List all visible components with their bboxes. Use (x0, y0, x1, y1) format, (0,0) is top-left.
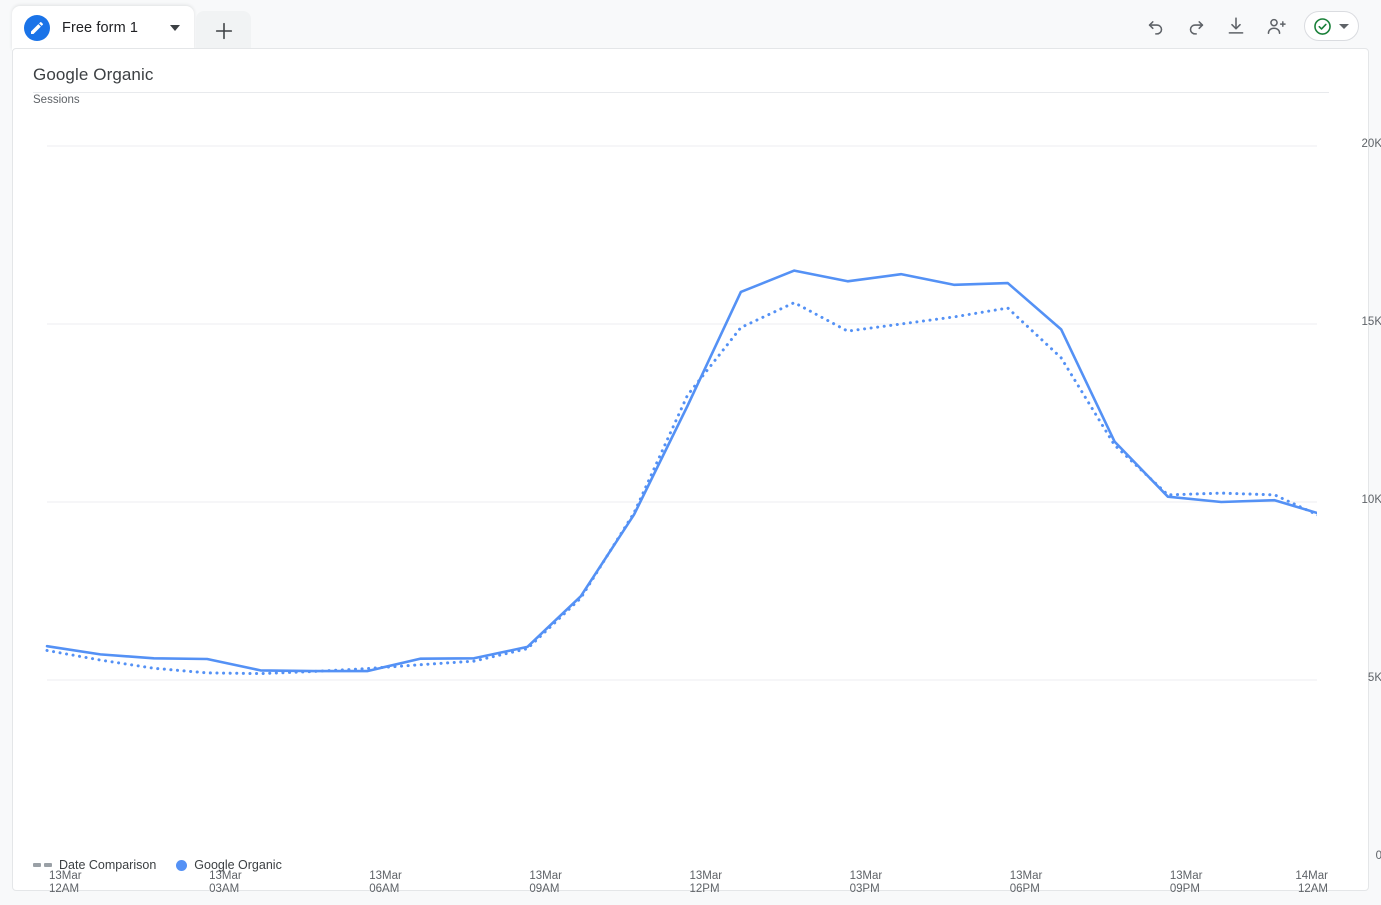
dashed-line-icon (33, 863, 52, 867)
add-tab-button[interactable] (196, 11, 252, 50)
x-axis-tick-label: 13Mar 06AM (369, 870, 402, 895)
tab-free-form-1[interactable]: Free form 1 (12, 6, 195, 50)
chart-card: Google Organic Sessions 0 5K 10K 15K 20K 13M… (12, 48, 1381, 895)
share-button[interactable] (1262, 12, 1290, 40)
page-title: Google Organic (33, 65, 154, 84)
x-axis-tick-label: 13Mar 09AM (529, 870, 562, 895)
chevron-down-icon[interactable] (1339, 23, 1349, 29)
y-axis-tick-label: 20K (1361, 138, 1381, 150)
x-axis-tick-label: 13Mar 09PM (1169, 870, 1203, 895)
redo-icon (1189, 21, 1204, 35)
status-pill[interactable] (1304, 11, 1359, 41)
plus-icon (215, 22, 232, 39)
x-axis-tick-label: 13Mar 12PM (689, 870, 723, 895)
y-axis-tick-label: 10K (1361, 494, 1381, 506)
series-line (45, 269, 1317, 673)
undo-button[interactable] (1142, 12, 1170, 40)
toolbar (1142, 11, 1359, 41)
chart-gridlines (47, 145, 1317, 681)
download-button[interactable] (1222, 12, 1250, 40)
chart-series (45, 269, 1317, 676)
chart-legend: Date Comparison Google Organic (33, 858, 282, 872)
check-circle-icon (1314, 17, 1331, 35)
top-bar: Free form 1 (0, 0, 1381, 50)
y-axis-tick-label: 0 (1375, 850, 1381, 862)
download-icon (1228, 17, 1244, 34)
chevron-down-icon[interactable] (170, 25, 181, 31)
y-axis-tick-label: 15K (1361, 316, 1381, 328)
chart-canvas (45, 145, 1317, 681)
x-axis-tick-label: 13Mar 06PM (1009, 870, 1043, 895)
y-axis-tick-label: 5K (1367, 672, 1381, 684)
tab-strip: Free form 1 (12, 6, 252, 50)
dot-icon (176, 859, 188, 871)
undo-icon (1148, 21, 1163, 35)
x-axis-tick-label: 13Mar 03AM (209, 870, 242, 895)
add-person-icon (1267, 18, 1286, 34)
legend-label: Google Organic (194, 858, 282, 872)
legend-item-date-comparison[interactable]: Date Comparison (33, 858, 156, 872)
x-axis-tick-label: 14Mar 12AM (1295, 870, 1328, 895)
redo-button[interactable] (1182, 12, 1210, 40)
series-line (45, 301, 1317, 676)
tab-label: Free form 1 (62, 20, 139, 36)
pencil-circle-icon (24, 15, 50, 41)
x-axis-tick-label: 13Mar 12AM (49, 870, 82, 895)
legend-label: Date Comparison (59, 858, 157, 872)
line-chart[interactable] (34, 90, 1317, 855)
x-axis-tick-label: 13Mar 03PM (849, 870, 883, 895)
legend-item-google-organic[interactable]: Google Organic (176, 858, 282, 872)
